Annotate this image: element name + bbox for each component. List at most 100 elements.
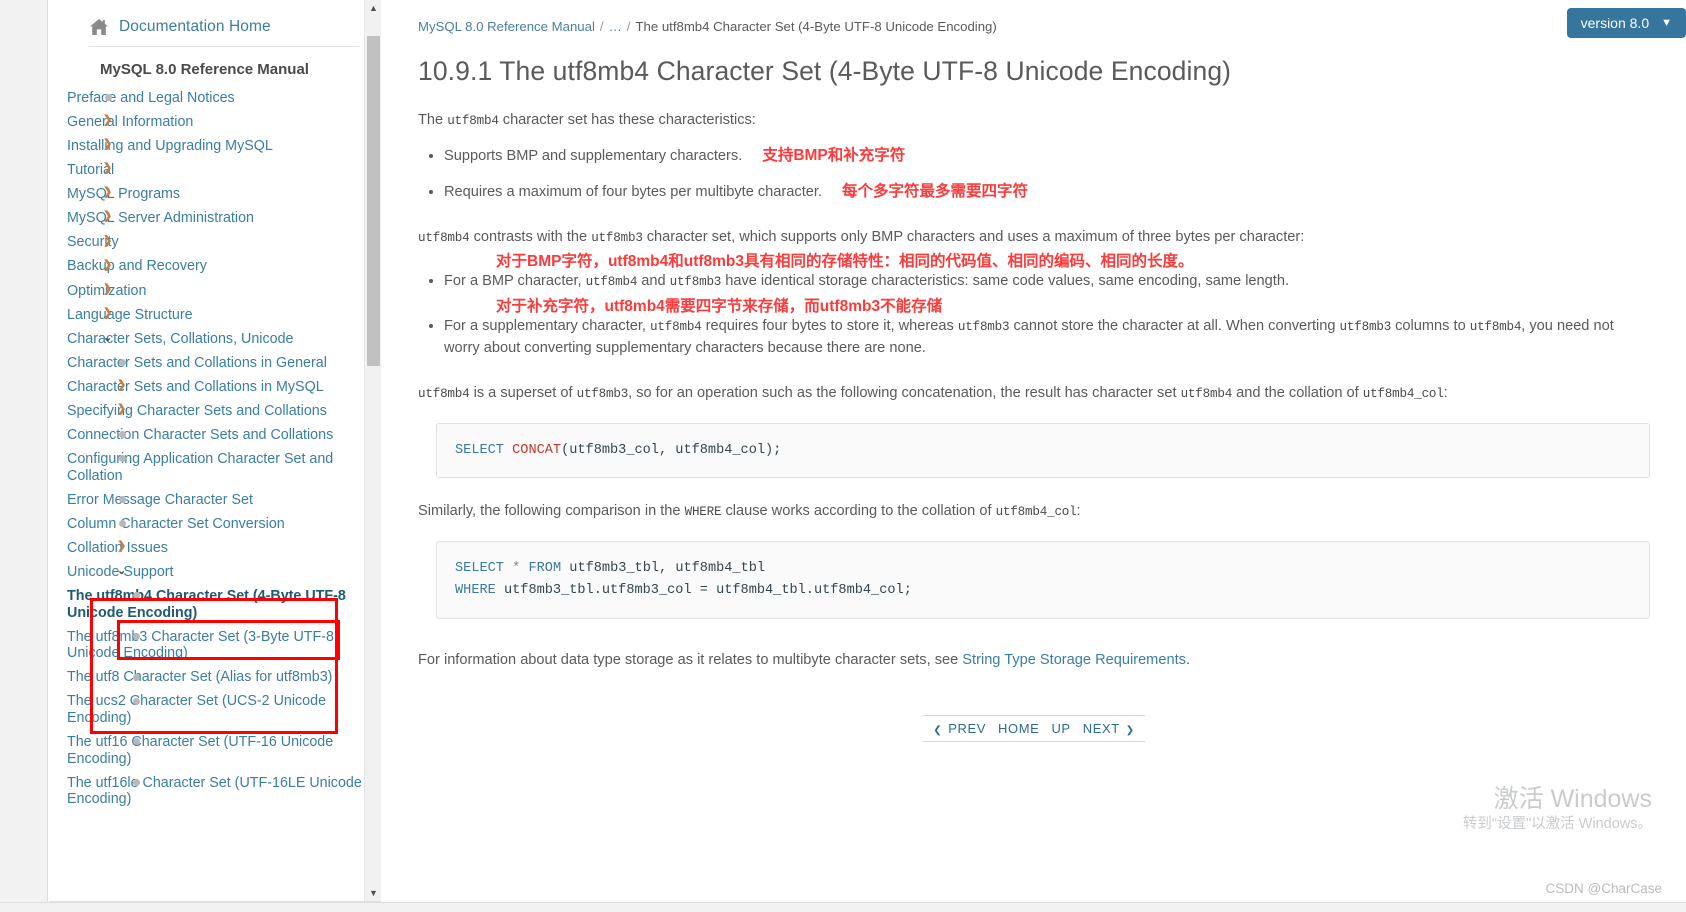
sidebar-item-label[interactable]: MySQL Server Administration bbox=[67, 210, 254, 227]
documentation-home-link[interactable]: Documentation Home bbox=[67, 12, 363, 46]
sidebar-item-label[interactable]: General Information bbox=[67, 114, 193, 131]
sidebar-content: Documentation Home MySQL 8.0 Reference M… bbox=[49, 0, 381, 811]
chevron-right-icon: ❯ bbox=[103, 186, 113, 199]
sidebar-item-10[interactable]: ⌄ Character Sets, Collations, Unicode bbox=[67, 327, 363, 351]
sidebar-item-22[interactable]: The utf8 Character Set (Alias for utf8mb… bbox=[67, 666, 363, 690]
scroll-up-arrow-icon[interactable]: ▲ bbox=[365, 0, 381, 17]
inline-code: utf8mb4 bbox=[418, 387, 470, 402]
sidebar-item-24[interactable]: The utf16 Character Set (UTF-16 Unicode … bbox=[67, 730, 363, 771]
sidebar-item-14[interactable]: Connection Character Sets and Collations bbox=[67, 423, 363, 447]
sidebar-item-15[interactable]: Configuring Application Character Set an… bbox=[67, 447, 363, 488]
storage-paragraph: For information about data type storage … bbox=[418, 649, 1650, 672]
sidebar-item-18[interactable]: ❯ Collation Issues bbox=[67, 536, 363, 560]
bullet-dot-icon bbox=[119, 359, 126, 367]
text-run: and the collation of bbox=[1232, 385, 1363, 402]
prev-link[interactable]: PREV bbox=[948, 721, 986, 736]
footer-nav-group: ❮ PREV HOME UP NEXT ❯ bbox=[923, 715, 1145, 743]
breadcrumb-ellipsis-link[interactable]: … bbox=[609, 19, 622, 34]
scrollbar-thumb[interactable] bbox=[367, 36, 380, 366]
sidebar-item-label[interactable]: The utf8mb4 Character Set (4-Byte UTF-8 … bbox=[67, 588, 363, 621]
bullet-dot-icon bbox=[133, 632, 140, 640]
chevron-left-icon: ❮ bbox=[933, 725, 943, 737]
sidebar-item-label[interactable]: Configuring Application Character Set an… bbox=[67, 451, 363, 484]
sidebar-item-12[interactable]: ❯ Character Sets and Collations in MySQL bbox=[67, 375, 363, 399]
breadcrumb-separator-2: / bbox=[626, 19, 631, 34]
chinese-annotation: 支持BMP和补充字符 bbox=[762, 146, 906, 164]
sidebar-item-3[interactable]: ❯ Tutorial bbox=[67, 158, 363, 182]
bullet-text: Supports BMP and supplementary character… bbox=[444, 147, 743, 164]
bottom-strip bbox=[0, 902, 1686, 912]
sidebar-item-label[interactable]: MySQL Programs bbox=[67, 186, 180, 203]
sidebar-item-label[interactable]: The ucs2 Character Set (UCS-2 Unicode En… bbox=[67, 693, 363, 726]
text-run: For information about data type storage … bbox=[418, 651, 963, 668]
text-run: Similarly, the following comparison in t… bbox=[418, 503, 685, 520]
chevron-right-icon: ❯ bbox=[103, 282, 113, 295]
sidebar-item-label[interactable]: Character Sets, Collations, Unicode bbox=[67, 331, 293, 348]
sidebar-item-7[interactable]: ❯ Backup and Recovery bbox=[67, 255, 363, 279]
sidebar-item-label[interactable]: Connection Character Sets and Collations bbox=[67, 427, 333, 444]
text-run: character set, which supports only BMP c… bbox=[642, 228, 1305, 245]
sidebar-item-5[interactable]: ❯ MySQL Server Administration bbox=[67, 206, 363, 230]
up-link[interactable]: UP bbox=[1051, 721, 1070, 736]
sidebar-scrollbar[interactable]: ▲ ▼ bbox=[364, 0, 381, 901]
intro-paragraph: The utf8mb4 character set has these char… bbox=[418, 109, 1650, 132]
sidebar-item-8[interactable]: ❯ Optimization bbox=[67, 279, 363, 303]
sidebar-item-20[interactable]: The utf8mb4 Character Set (4-Byte UTF-8 … bbox=[67, 584, 363, 625]
sidebar-item-label[interactable]: Character Sets and Collations in MySQL bbox=[67, 379, 324, 396]
sql-operator: * bbox=[512, 561, 521, 577]
version-selector-button[interactable]: version 8.0 ▼ bbox=[1566, 8, 1686, 38]
home-link[interactable]: HOME bbox=[998, 721, 1039, 736]
sidebar-item-label[interactable]: Installing and Upgrading MySQL bbox=[67, 138, 273, 155]
sidebar-item-label[interactable]: The utf16 Character Set (UTF-16 Unicode … bbox=[67, 734, 363, 767]
bullet-dot-icon bbox=[119, 496, 126, 503]
inline-code: utf8mb4 bbox=[650, 319, 702, 334]
sidebar-item-label[interactable]: Language Structure bbox=[67, 307, 193, 324]
sidebar-item-label[interactable]: Column Character Set Conversion bbox=[67, 516, 285, 533]
inline-code: WHERE bbox=[684, 505, 722, 520]
sidebar-item-2[interactable]: ❯ Installing and Upgrading MySQL bbox=[67, 134, 363, 158]
sidebar-item-19[interactable]: ⌄ Unicode Support bbox=[67, 560, 363, 584]
sidebar-item-25[interactable]: The utf16le Character Set (UTF-16LE Unic… bbox=[67, 771, 363, 812]
inline-code: utf8mb3 bbox=[1339, 319, 1392, 334]
text-run: : bbox=[1443, 385, 1448, 402]
sidebar-item-label[interactable]: The utf16le Character Set (UTF-16LE Unic… bbox=[67, 775, 363, 808]
sidebar-item-16[interactable]: Error Message Character Set bbox=[67, 488, 363, 512]
next-link[interactable]: NEXT bbox=[1083, 721, 1120, 736]
sidebar-item-21[interactable]: The utf8mb3 Character Set (3-Byte UTF-8 … bbox=[67, 625, 363, 666]
chevron-right-icon: ❯ bbox=[103, 138, 113, 151]
sidebar-item-label[interactable]: Error Message Character Set bbox=[67, 492, 253, 509]
sidebar-item-1[interactable]: ❯ General Information bbox=[67, 110, 363, 134]
sidebar-item-label[interactable]: Preface and Legal Notices bbox=[67, 90, 235, 107]
sidebar-item-17[interactable]: Column Character Set Conversion bbox=[67, 512, 363, 536]
sidebar-item-11[interactable]: Character Sets and Collations in General bbox=[67, 351, 363, 375]
chinese-annotation: 对于补充字符，utf8mb4需要四字节来存储，而utf8mb3不能存储 bbox=[496, 297, 943, 315]
bullet-dot-icon bbox=[105, 94, 112, 101]
sidebar-item-label[interactable]: The utf8 Character Set (Alias for utf8mb… bbox=[67, 669, 332, 686]
browser-page: Documentation Home MySQL 8.0 Reference M… bbox=[0, 0, 1686, 912]
sidebar-item-label[interactable]: Character Sets and Collations in General bbox=[67, 355, 327, 372]
sidebar-item-label[interactable]: Specifying Character Sets and Collations bbox=[67, 403, 327, 420]
contrast-paragraph: utf8mb4 contrasts with the utf8mb3 chara… bbox=[418, 226, 1650, 249]
intro-suffix: character set has these characteristics: bbox=[498, 112, 756, 128]
sidebar-item-label[interactable]: The utf8mb3 Character Set (3-Byte UTF-8 … bbox=[67, 629, 363, 662]
sidebar-item-label[interactable]: Backup and Recovery bbox=[67, 258, 207, 275]
superset-paragraph: utf8mb4 is a superset of utf8mb3, so for… bbox=[418, 382, 1650, 405]
string-type-storage-requirements-link[interactable]: String Type Storage Requirements bbox=[962, 652, 1186, 668]
sidebar-item-13[interactable]: ❯ Specifying Character Sets and Collation… bbox=[67, 399, 363, 423]
breadcrumb-root-link[interactable]: MySQL 8.0 Reference Manual bbox=[418, 19, 595, 34]
list-item: 对于补充字符，utf8mb4需要四字节来存储，而utf8mb3不能存储 For … bbox=[444, 298, 1650, 360]
inline-code: utf8mb3 bbox=[669, 275, 722, 290]
sidebar-item-23[interactable]: The ucs2 Character Set (UCS-2 Unicode En… bbox=[67, 690, 363, 731]
sidebar-item-6[interactable]: ❯ Security bbox=[67, 231, 363, 255]
inline-code: utf8mb4 bbox=[418, 230, 470, 245]
breadcrumb-separator-1: / bbox=[599, 19, 604, 34]
scroll-down-arrow-icon[interactable]: ▼ bbox=[365, 885, 381, 901]
sidebar-item-4[interactable]: ❯ MySQL Programs bbox=[67, 182, 363, 206]
sidebar-item-0[interactable]: Preface and Legal Notices bbox=[67, 86, 363, 110]
text-run: is a superset of bbox=[469, 385, 577, 402]
sidebar-navigation[interactable]: Documentation Home MySQL 8.0 Reference M… bbox=[49, 0, 381, 902]
sidebar-item-9[interactable]: ❯ Language Structure bbox=[67, 303, 363, 327]
bullet-dot-icon bbox=[133, 778, 140, 786]
inline-code: utf8mb4_col bbox=[995, 505, 1077, 520]
text-run: For a BMP character, bbox=[444, 273, 586, 290]
